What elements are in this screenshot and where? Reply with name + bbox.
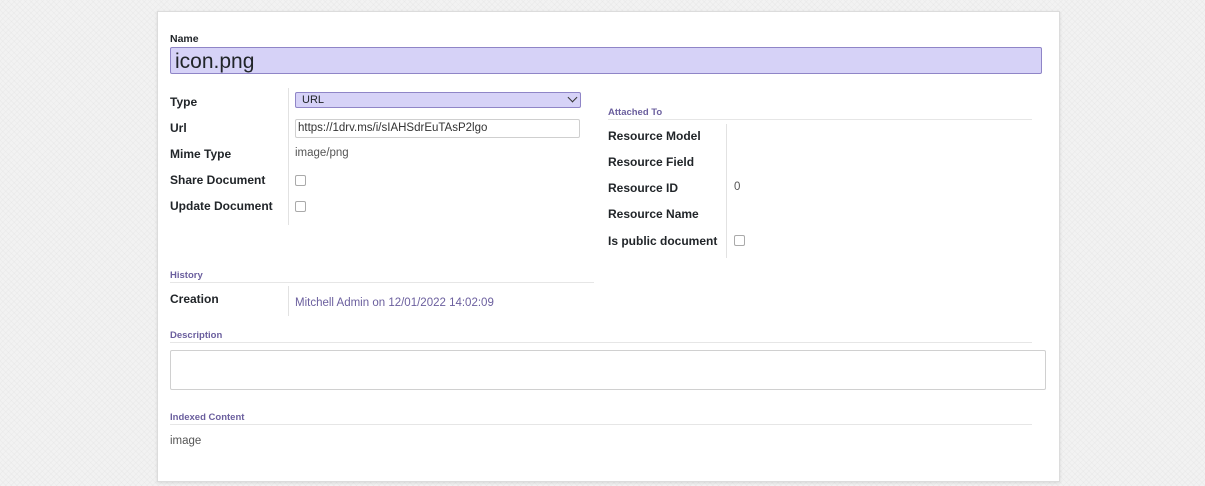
chevron-down-icon — [567, 92, 578, 103]
share-document-label: Share Document — [170, 173, 266, 187]
url-input[interactable]: https://1drv.ms/i/sIAHSdrEuTAsP2lgo — [295, 119, 580, 138]
creation-user-link[interactable]: Mitchell Admin — [295, 297, 369, 309]
is-public-document-checkbox[interactable] — [734, 235, 745, 246]
left-group-divider — [288, 88, 289, 225]
attached-to-separator — [608, 119, 1032, 120]
name-label: Name — [170, 33, 199, 45]
update-document-checkbox[interactable] — [295, 201, 306, 212]
url-label: Url — [170, 121, 187, 135]
history-divider — [288, 286, 289, 316]
type-label: Type — [170, 95, 198, 109]
update-document-label: Update Document — [170, 199, 273, 213]
description-title: Description — [170, 330, 223, 341]
resource-id-value: 0 — [734, 181, 741, 193]
indexed-content-title: Indexed Content — [170, 412, 245, 423]
mime-type-value: image/png — [295, 147, 349, 159]
form-sheet: Name icon.png Type Url Mime Type Share D… — [157, 11, 1060, 482]
creation-value: Mitchell Admin on 12/01/2022 14:02:09 — [295, 293, 494, 311]
indexed-content-separator — [170, 424, 1032, 425]
creation-date: on 12/01/2022 14:02:09 — [369, 297, 494, 309]
resource-model-label: Resource Model — [608, 129, 701, 143]
resource-field-label: Resource Field — [608, 155, 695, 169]
resource-name-label: Resource Name — [608, 207, 699, 221]
share-document-checkbox[interactable] — [295, 175, 306, 186]
is-public-document-label: Is public document — [608, 234, 718, 248]
type-select[interactable]: URL — [295, 92, 581, 108]
attached-group-divider — [726, 124, 727, 258]
history-title: History — [170, 270, 203, 281]
description-textarea[interactable] — [170, 350, 1046, 390]
history-separator — [170, 282, 594, 283]
mime-type-label: Mime Type — [170, 147, 232, 161]
resource-id-label: Resource ID — [608, 181, 679, 195]
name-input[interactable]: icon.png — [170, 47, 1042, 74]
description-separator — [170, 342, 1032, 343]
indexed-content-value: image — [170, 435, 202, 447]
attached-to-title: Attached To — [608, 107, 663, 118]
type-select-value: URL — [302, 94, 325, 106]
creation-label: Creation — [170, 292, 219, 306]
